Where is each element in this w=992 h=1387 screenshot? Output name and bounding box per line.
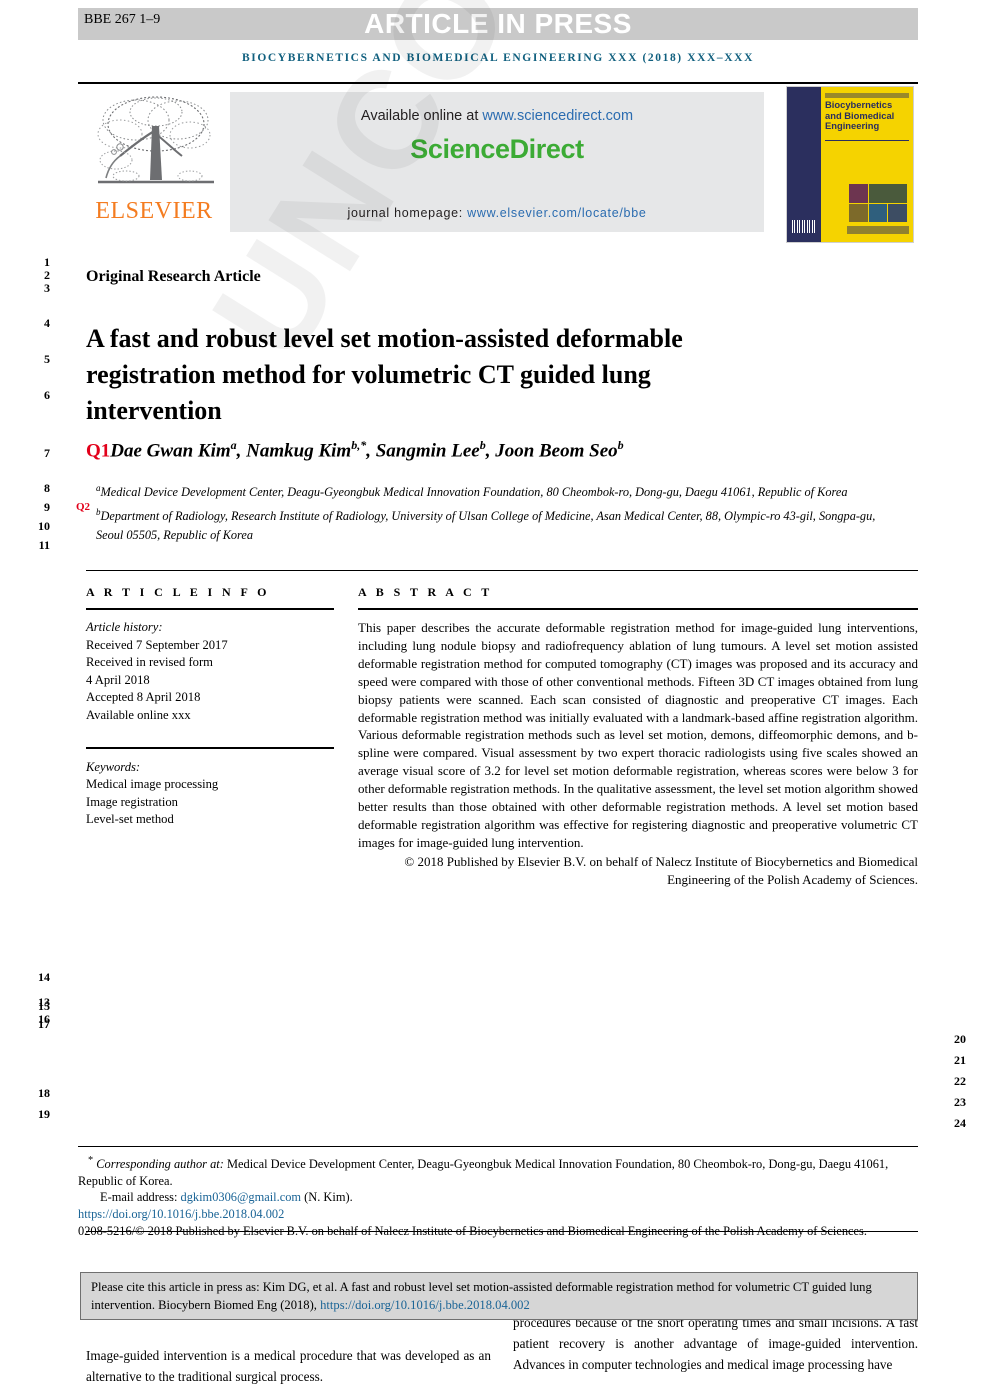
author-name-4: Joon Beom Seo xyxy=(495,440,618,462)
email-attribution: (N. Kim). xyxy=(304,1190,353,1205)
journal-running-head: BIOCYBERNETICS AND BIOMEDICAL ENGINEERIN… xyxy=(242,52,754,64)
cover-rule xyxy=(825,140,909,141)
cover-image-grid xyxy=(849,184,907,222)
journal-homepage-line: journal homepage: www.elsevier.com/locat… xyxy=(230,206,764,220)
cite-text: Please cite this article in press as: Ki… xyxy=(91,1279,907,1314)
keyword-item-2: Image registration xyxy=(86,794,178,809)
manuscript-code: BBE 267 1–9 xyxy=(84,12,161,27)
line-number: 19 xyxy=(38,1107,50,1121)
article-info-heading: A R T I C L E I N F O xyxy=(86,585,270,599)
cover-title: Biocybernetics and Biomedical Engineerin… xyxy=(825,99,895,131)
sciencedirect-wordmark: ScienceDirect xyxy=(410,134,584,164)
author-name-2: Namkug Kim xyxy=(246,440,352,462)
line-number: 9 xyxy=(44,500,50,514)
author-list: Q1Dae Gwan Kima, Namkug Kimb,*, Sangmin … xyxy=(86,438,624,462)
history-item-revised-date: 4 April 2018 xyxy=(86,672,150,687)
author-name-1: Dae Gwan Kim xyxy=(110,440,231,462)
line-number: 4 xyxy=(44,316,50,330)
author-affil-marker-1: a xyxy=(230,438,237,452)
line-number: 24 xyxy=(954,1116,966,1130)
history-item-accepted: Accepted 8 April 2018 xyxy=(86,690,201,705)
info-abstract-panel: A R T I C L E I N F O Article history: R… xyxy=(86,570,918,1232)
history-item-received: Received 7 September 2017 xyxy=(86,637,228,652)
keyword-list: Keywords: Medical image processing Image… xyxy=(86,759,334,829)
sciencedirect-banner: Available online at www.sciencedirect.co… xyxy=(230,92,764,232)
author-affil-marker-4: b xyxy=(617,438,624,452)
cite-this-article-box: Please cite this article in press as: Ki… xyxy=(80,1272,918,1320)
line-number: 20 xyxy=(954,1032,966,1046)
email-link[interactable]: dgkim0306@gmail.com xyxy=(181,1190,302,1204)
page-title: A fast and robust level set motion-assis… xyxy=(86,324,683,426)
journal-masthead: ELSEVIER Available online at www.science… xyxy=(78,82,918,244)
author-affil-marker-3: b xyxy=(479,438,486,452)
cite-doi-link[interactable]: https://doi.org/10.1016/j.bbe.2018.04.00… xyxy=(320,1298,530,1312)
cover-barcode xyxy=(792,220,817,233)
line-number: 11 xyxy=(38,538,50,552)
corresponding-author-note: * Corresponding author at: Medical Devic… xyxy=(78,1153,918,1189)
body-paragraph-left: Image-guided intervention is a medical p… xyxy=(86,1348,491,1385)
journal-homepage-link[interactable]: www.elsevier.com/locate/bbe xyxy=(467,206,646,220)
email-note: E-mail address: dgkim0306@gmail.com (N. … xyxy=(78,1189,918,1206)
journal-cover-thumbnail[interactable]: Biocybernetics and Biomedical Engineerin… xyxy=(786,86,914,243)
author-affil-marker-2: b,* xyxy=(351,438,367,452)
email-label: E-mail address: xyxy=(100,1190,178,1205)
author-name-3: Sangmin Lee xyxy=(375,440,480,462)
keywords-label: Keywords: xyxy=(86,759,141,774)
line-number: 10 xyxy=(38,519,50,533)
affiliation-a-text: Medical Device Development Center, Deagu… xyxy=(100,485,848,500)
available-online-prefix: Available online at xyxy=(360,108,479,124)
footnote-block: * Corresponding author at: Medical Devic… xyxy=(78,1146,918,1239)
query-flag-q1[interactable]: Q1 xyxy=(86,440,110,461)
line-number: 3 xyxy=(44,281,50,295)
abstract-heading: A B S T R A C T xyxy=(358,585,493,599)
line-number: 14 xyxy=(38,970,50,984)
article-in-press-label: ARTICLE IN PRESS xyxy=(364,8,632,39)
abstract-column: A B S T R A C T This paper describes the… xyxy=(358,585,918,889)
info-divider-top xyxy=(86,608,334,610)
line-number: 6 xyxy=(44,388,50,402)
line-number: 17 xyxy=(38,1017,50,1031)
issn-copyright-line: 0208-5216/© 2018 Published by Elsevier B… xyxy=(78,1223,867,1238)
elsevier-logo: ELSEVIER xyxy=(84,90,224,238)
cover-left-strip xyxy=(787,87,821,242)
abstract-copyright: © 2018 Published by Elsevier B.V. on beh… xyxy=(404,853,918,887)
line-number: 23 xyxy=(954,1095,966,1109)
line-number: 7 xyxy=(44,446,50,460)
affiliation-b-text: Department of Radiology, Research Instit… xyxy=(96,508,876,543)
doi-text: https://doi.org/10.1016/j.bbe.2018.04.00… xyxy=(78,1206,285,1221)
article-info-column: A R T I C L E I N F O Article history: R… xyxy=(86,585,334,829)
keyword-item-3: Level-set method xyxy=(86,812,174,827)
article-history-label: Article history: xyxy=(86,620,163,634)
article-history: Article history: Received 7 September 20… xyxy=(86,619,334,725)
corresponding-marker: * xyxy=(88,1155,94,1166)
corresponding-author-label: Corresponding author at: xyxy=(96,1157,224,1172)
affiliation-list: aMedical Device Development Center, Deag… xyxy=(76,479,886,546)
sciencedirect-link[interactable]: www.sciencedirect.com xyxy=(482,108,633,124)
keyword-item-1: Medical image processing xyxy=(86,777,219,792)
affiliation-a: aMedical Device Development Center, Deag… xyxy=(76,479,886,513)
affiliation-b: bDepartment of Radiology, Research Insti… xyxy=(86,503,886,546)
info-divider-bottom xyxy=(86,746,334,749)
elsevier-tree-icon xyxy=(97,96,214,184)
line-number: 18 xyxy=(38,1086,50,1100)
available-online-line: Available online at www.sciencedirect.co… xyxy=(230,108,764,124)
abstract-text: This paper describes the accurate deform… xyxy=(358,620,918,850)
history-item-revised-form: Received in revised form xyxy=(86,655,213,670)
line-number: 22 xyxy=(954,1074,966,1088)
abstract-divider xyxy=(358,608,918,610)
doi-link-footnote[interactable]: https://doi.org/10.1016/j.bbe.2018.04.00… xyxy=(78,1206,918,1223)
journal-homepage-prefix: journal homepage: xyxy=(347,206,463,220)
article-in-press-banner: ARTICLE IN PRESS xyxy=(78,8,918,40)
query-flag-q2[interactable]: Q2 xyxy=(76,498,90,518)
line-number: 21 xyxy=(954,1053,966,1067)
cover-top-bar xyxy=(825,93,909,98)
history-item-available-online: Available online xxx xyxy=(86,707,191,722)
cover-footer-bar xyxy=(847,226,909,234)
elsevier-wordmark: ELSEVIER xyxy=(95,198,213,224)
line-number: 5 xyxy=(44,352,50,366)
line-number: 8 xyxy=(44,481,50,495)
article-type: Original Research Article xyxy=(86,268,261,285)
